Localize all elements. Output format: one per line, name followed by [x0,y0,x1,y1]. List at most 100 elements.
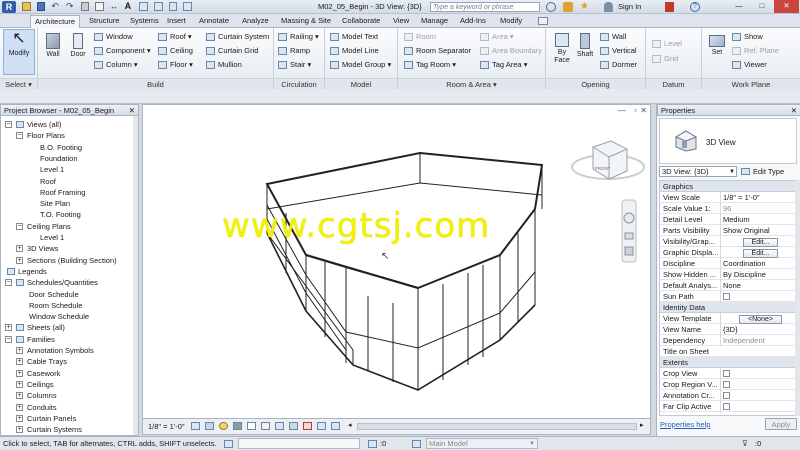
user-icon[interactable] [604,2,613,12]
tab-manage[interactable]: Manage [417,15,452,28]
railing-button[interactable]: Railing ▾ [278,31,319,43]
property-value[interactable]: <None> [720,313,796,324]
tree-toggle[interactable]: + [5,324,12,332]
type-selector[interactable]: 3D View: {3D} ▼ [659,166,737,177]
filter-icon[interactable]: ⊽ [742,440,752,448]
tree-toggle[interactable]: − [5,335,12,343]
open-icon[interactable] [22,2,31,11]
save-icon[interactable] [36,2,46,11]
tree-node[interactable]: Annotation Symbols [27,345,94,356]
exchange-apps-icon[interactable] [665,2,674,12]
design-option-select[interactable]: Main Model ▼ [426,438,538,449]
tree-node[interactable]: Curtain Panels [27,413,76,424]
tag-room-button[interactable]: Tag Room ▾ [404,59,456,71]
tree-toggle[interactable]: + [16,392,23,400]
tree-node[interactable]: Cable Trays [27,356,67,367]
ramp-button[interactable]: Ramp [278,45,310,57]
search-input[interactable]: Type a keyword or phrase [430,2,540,12]
tree-node[interactable]: Casework [27,368,60,379]
ribbon-toggle-icon[interactable] [538,17,548,25]
tree-toggle[interactable]: − [5,279,12,287]
property-value[interactable]: {3D} [720,324,796,335]
stair-button[interactable]: Stair ▾ [278,59,311,71]
properties-scrollbar[interactable] [795,180,800,416]
grid-button[interactable]: Grid [652,53,678,65]
tree-toggle[interactable]: + [16,245,23,253]
app-menu-icon[interactable]: R [2,1,16,13]
tree-node[interactable]: Level 1 [40,232,64,243]
tree-toggle[interactable]: + [16,426,23,434]
edit-type-button[interactable]: Edit Type [741,166,784,177]
close-button[interactable]: ✕ [774,0,799,13]
3d-view-icon[interactable] [139,2,148,11]
shadows-icon[interactable] [233,422,242,430]
view-scale-control[interactable]: 1/8" = 1'-0" [148,422,185,431]
tab-architecture[interactable]: Architecture [30,15,81,28]
worksets-icon[interactable] [224,440,233,448]
shaft-button[interactable]: Shaft [574,30,596,59]
property-checkbox[interactable] [723,392,730,399]
maximize-button[interactable]: □ [751,0,773,13]
area-boundary-button[interactable]: Area Boundary [480,45,542,57]
project-browser-scrollbar[interactable] [133,116,138,435]
active-workset[interactable] [238,438,360,449]
floor-button[interactable]: Floor ▾ [158,59,193,71]
tree-node[interactable]: B.O. Footing [40,142,82,153]
tree-node[interactable]: Window Schedule [29,311,89,322]
tree-node[interactable]: Curtain Systems [27,424,82,435]
visual-style-icon[interactable] [205,422,214,430]
tab-analyze[interactable]: Analyze [238,15,273,28]
help-icon[interactable]: ? [690,2,700,12]
tree-node[interactable]: Level 1 [40,164,64,175]
tab-massing-site[interactable]: Massing & Site [277,15,335,28]
sign-in-link[interactable]: Sign In [618,2,641,11]
tab-annotate[interactable]: Annotate [195,15,233,28]
property-checkbox[interactable] [723,403,730,410]
navigation-bar[interactable] [621,199,637,263]
highlight-displacement-icon[interactable] [331,422,340,430]
quick-access-toolbar[interactable]: ↶ ↷ ↔ A [22,2,193,12]
thin-lines-icon[interactable] [168,2,178,11]
viewport-close-icon[interactable]: ✕ [640,106,647,115]
model-line-button[interactable]: Model Line [330,45,379,57]
scroll-left-icon[interactable]: ◂ [348,421,352,429]
tab-modify[interactable]: Modify [496,15,526,28]
mullion-button[interactable]: Mullion [206,59,242,71]
show-work-plane-button[interactable]: Show [732,31,763,43]
dimension-icon[interactable]: ↔ [110,2,119,11]
room-button[interactable]: Room [404,31,436,43]
property-value[interactable]: None [720,280,796,291]
tree-toggle[interactable]: + [16,369,23,377]
property-group-header[interactable]: Identity Data [660,302,796,313]
tree-toggle[interactable]: + [16,347,23,354]
tree-node[interactable]: Room Schedule [29,300,82,311]
minimize-button[interactable]: — [728,0,750,13]
modify-button[interactable]: ↖ Modify [3,29,35,75]
3d-viewport[interactable]: FRONT ✕ — ▫ ↖ [142,104,651,419]
tree-toggle[interactable]: + [16,414,23,422]
room-separator-button[interactable]: Room Separator [404,45,471,57]
tab-systems[interactable]: Systems [126,15,163,28]
column-button[interactable]: Column ▾ [94,59,138,71]
show-crop-icon[interactable] [261,422,270,430]
switch-windows-icon[interactable] [183,2,193,11]
tree-toggle[interactable]: − [16,132,23,140]
lock-view-icon[interactable] [275,422,284,430]
editing-requests-icon[interactable] [368,440,377,448]
tree-toggle[interactable]: + [16,256,23,264]
scroll-right-icon[interactable]: ▸ [640,421,644,429]
tree-node[interactable]: 3D Views [27,243,59,254]
property-edit-button[interactable]: <None> [739,315,782,324]
property-edit-button[interactable]: Edit... [742,249,779,258]
text-icon[interactable]: A [125,2,134,11]
model-group-button[interactable]: Model Group ▾ [330,59,391,71]
panel-select-label[interactable]: Select ▾ [0,78,37,89]
property-edit-button[interactable]: Edit... [742,238,779,247]
tree-node[interactable]: Conduits [27,402,57,413]
design-options-icon[interactable] [412,440,421,448]
properties-close-icon[interactable]: ✕ [791,105,797,117]
ref-plane-button[interactable]: Ref. Plane [732,45,779,57]
search-icon[interactable] [546,2,556,12]
tree-node[interactable]: T.O. Footing [40,209,81,220]
tree-node[interactable]: Site Plan [40,198,70,209]
